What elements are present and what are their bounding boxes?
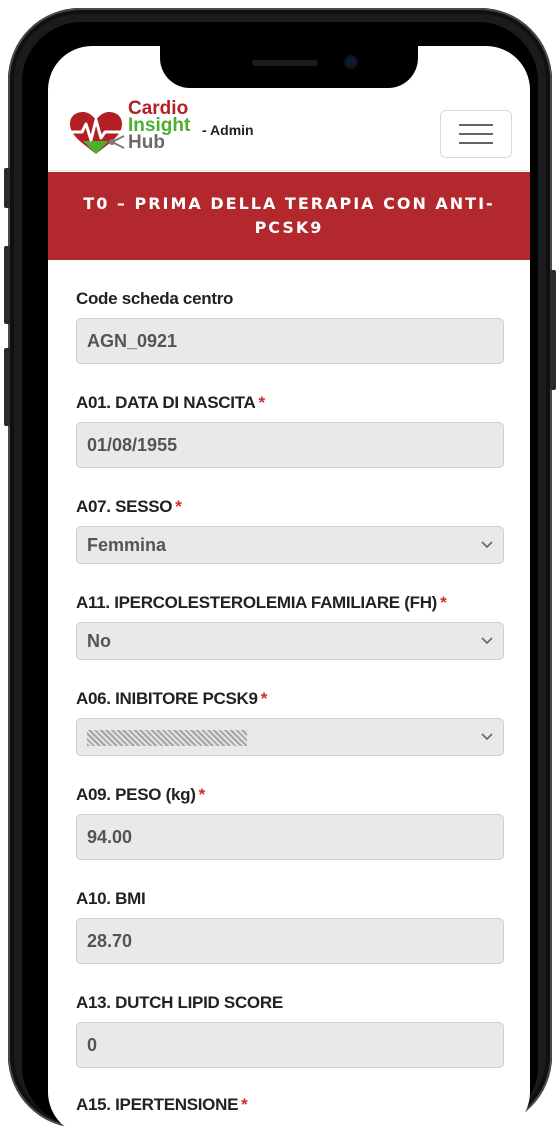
required-marker: *: [175, 497, 182, 516]
phone-volume-down: [4, 348, 10, 426]
field-inibitore: A06. INIBITORE PCSK9 *: [76, 684, 504, 756]
phone-notch: [160, 46, 418, 88]
field-data-nascita: A01. DATA DI NASCITA * 01/08/1955: [76, 388, 504, 468]
field-label: A06. INIBITORE PCSK9 *: [76, 689, 268, 708]
logo-hub: Hub: [128, 132, 165, 153]
field-label: A13. DUTCH LIPID SCORE: [76, 993, 283, 1012]
patient-form: Code scheda centro AGN_0921 A01. DATA DI…: [76, 284, 504, 1120]
heart-pulse-icon: [68, 112, 125, 154]
field-ipercolesterolemia: A11. IPERCOLESTEROLEMIA FAMILIARE (FH) * …: [76, 588, 504, 660]
peso-input[interactable]: 94.00: [76, 814, 504, 860]
data-nascita-input[interactable]: 01/08/1955: [76, 422, 504, 468]
select-value: Femmina: [87, 535, 167, 555]
section-banner: T0 – PRIMA DELLA TERAPIA CON ANTI-PCSK9: [48, 172, 530, 260]
logo-wordmark: Cardio Insight Hub: [128, 99, 190, 153]
required-marker: *: [258, 393, 265, 412]
phone-screen: Cardio Insight Hub - Admin T0 – PRIMA DE…: [48, 46, 530, 1136]
chevron-down-icon: [481, 637, 493, 645]
required-marker: *: [198, 785, 206, 804]
app-header: Cardio Insight Hub - Admin: [48, 92, 530, 171]
field-ipertensione: A15. IPERTENSIONE *: [76, 1090, 504, 1120]
required-marker: *: [440, 593, 447, 612]
front-camera: [346, 57, 356, 67]
field-label: A10. BMI: [76, 889, 146, 908]
chevron-down-icon: [481, 733, 493, 741]
dutch-score-input[interactable]: 0: [76, 1022, 504, 1068]
field-label: A07. SESSO *: [76, 497, 182, 516]
section-title: T0 – PRIMA DELLA TERAPIA CON ANTI-PCSK9: [83, 194, 495, 237]
app-logo[interactable]: Cardio Insight Hub: [66, 99, 216, 160]
field-label: Code scheda centro: [76, 289, 234, 308]
required-marker: *: [260, 689, 268, 708]
bmi-input[interactable]: 28.70: [76, 918, 504, 964]
field-code-scheda: Code scheda centro AGN_0921: [76, 284, 504, 364]
phone-silent-switch: [4, 168, 10, 208]
field-label: A15. IPERTENSIONE *: [76, 1095, 248, 1114]
code-scheda-input[interactable]: AGN_0921: [76, 318, 504, 364]
field-label: A09. PESO (kg) *: [76, 785, 206, 804]
menu-toggle-button[interactable]: [440, 110, 512, 158]
field-sesso: A07. SESSO * Femmina: [76, 492, 504, 564]
chevron-down-icon: [481, 541, 493, 549]
field-label: A11. IPERCOLESTEROLEMIA FAMILIARE (FH) *: [76, 593, 447, 612]
ipercolesterolemia-select[interactable]: No: [76, 622, 504, 660]
sesso-select[interactable]: Femmina: [76, 526, 504, 564]
required-marker: *: [241, 1095, 248, 1114]
field-label: A01. DATA DI NASCITA *: [76, 393, 265, 412]
field-dutch-score: A13. DUTCH LIPID SCORE 0: [76, 988, 504, 1068]
select-value: No: [87, 631, 111, 651]
phone-volume-up: [4, 246, 10, 324]
inibitore-select[interactable]: [76, 718, 504, 756]
phone-power-button: [550, 270, 556, 390]
redacted-value: [87, 730, 247, 747]
field-bmi: A10. BMI 28.70: [76, 884, 504, 964]
user-role-label: - Admin: [202, 122, 254, 138]
field-peso: A09. PESO (kg) * 94.00: [76, 780, 504, 860]
speaker-grille: [252, 60, 318, 66]
